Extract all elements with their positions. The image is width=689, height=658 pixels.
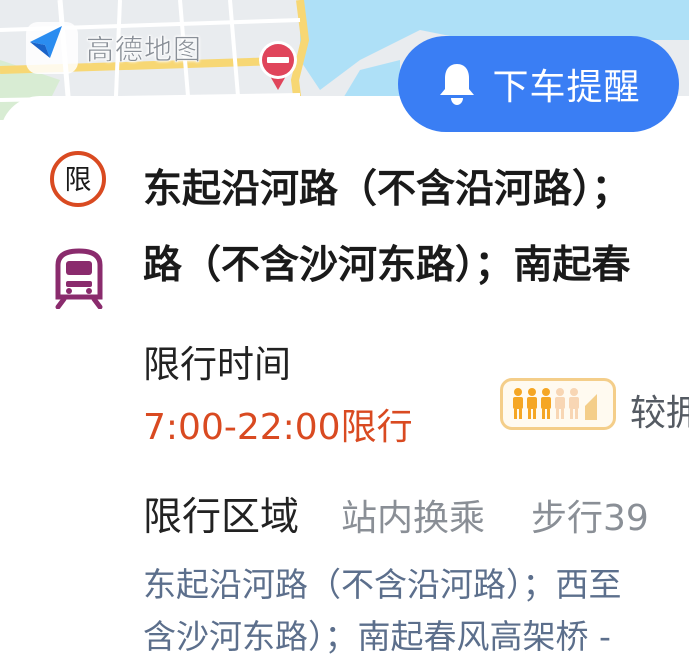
crowd-level-badge [500, 378, 616, 430]
restriction-time-value: 7:00-22:00限行 [143, 407, 413, 448]
crowd-people-icon [513, 388, 597, 420]
amap-logo: 高德地图 [26, 22, 202, 74]
metro-icon [50, 247, 108, 310]
walk-tab[interactable]: 步行39 [531, 489, 649, 541]
navigation-arrow-icon [26, 22, 78, 74]
restriction-area-desc-line-2: 含沙河东路）；南起春风高架桥 - [143, 617, 611, 656]
limit-icon-text: 限 [65, 165, 92, 196]
restriction-title-line-2: 路（不含沙河东路）；南起春 [143, 243, 631, 288]
crowd-level-label: 较拥 [630, 393, 689, 434]
reminder-label: 下车提醒 [492, 67, 641, 108]
bell-icon [440, 64, 475, 105]
restriction-time-label: 限行时间 [143, 343, 291, 386]
transfer-tab[interactable]: 站内换乘 [341, 489, 485, 541]
restriction-area-row: 限行区域 站内换乘 步行39 [143, 486, 649, 542]
limit-icon: 限 [49, 150, 107, 208]
logo-text: 高德地图 [86, 33, 203, 67]
restriction-area-label: 限行区域 [143, 495, 300, 540]
get-off-reminder-button[interactable]: 下车提醒 [398, 36, 679, 132]
restriction-title-line-1: 东起沿河路（不含沿河路）； [143, 167, 631, 212]
restriction-area-desc-line-1: 东起沿河路（不含沿河路）；西至 [143, 565, 622, 604]
